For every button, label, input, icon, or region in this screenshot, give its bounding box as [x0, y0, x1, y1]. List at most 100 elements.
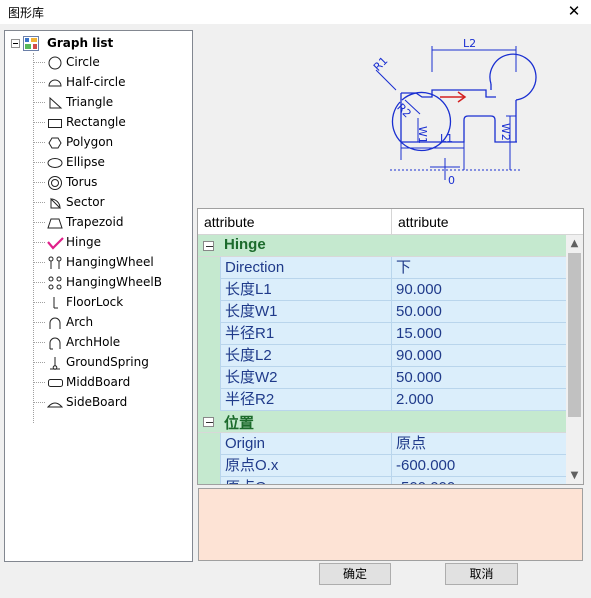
property-value[interactable]: 50.000	[392, 301, 566, 323]
tree-item-arch[interactable]: Arch	[33, 313, 191, 333]
ok-button[interactable]: 确定	[319, 563, 391, 585]
tree-item-label: Triangle	[66, 95, 114, 109]
tree-item-label: ArchHole	[66, 335, 121, 349]
property-name: 长度L1	[220, 279, 392, 301]
property-row[interactable]: 半径R1 15.000	[198, 323, 566, 345]
preview-label-w2: W2	[499, 123, 512, 141]
tree-item-polygon[interactable]: Polygon	[33, 133, 191, 153]
scroll-down-icon[interactable]: ▼	[566, 467, 583, 484]
property-row[interactable]: 原点O.x -600.000	[198, 455, 566, 477]
tree-item-label: MiddBoard	[66, 375, 131, 389]
tree-item-label: Arch	[66, 315, 94, 329]
property-row[interactable]: 半径R2 2.000	[198, 389, 566, 411]
arch-hole-icon	[49, 337, 61, 350]
property-name: 半径R1	[220, 323, 392, 345]
tree-connector	[33, 62, 45, 63]
tree-item-half-circle[interactable]: Half-circle	[33, 73, 191, 93]
scroll-thumb[interactable]	[568, 253, 581, 417]
tree-item-rectangle[interactable]: Rectangle	[33, 113, 191, 133]
tree-item-label: HangingWheel	[66, 255, 154, 269]
tree-connector	[33, 102, 45, 103]
tree-item-circle[interactable]: Circle	[33, 53, 191, 73]
collapse-icon[interactable]	[11, 39, 20, 48]
preview-label-l2: L2	[463, 37, 476, 50]
property-value[interactable]: 2.000	[392, 389, 566, 411]
category-row[interactable]: 位置	[198, 411, 566, 433]
close-icon[interactable]: ✕	[557, 0, 591, 24]
property-name: 原点O.y	[220, 477, 392, 484]
tree-item-triangle[interactable]: Triangle	[33, 93, 191, 113]
category-row[interactable]: Hinge	[198, 235, 566, 257]
grid-header: attribute attribute	[198, 209, 583, 235]
property-value[interactable]: 15.000	[392, 323, 566, 345]
side-board-icon	[46, 402, 64, 408]
property-row[interactable]: 长度W1 50.000	[198, 301, 566, 323]
property-name: 长度W1	[220, 301, 392, 323]
midd-board-icon	[48, 379, 63, 387]
tree-item-label: Ellipse	[66, 155, 105, 169]
preview-label-r1: R1	[371, 54, 391, 74]
tree-connector	[33, 382, 45, 383]
preview-label-w1: W1	[416, 126, 429, 144]
hanging-wheel-icon	[48, 256, 62, 269]
tree-connector	[33, 242, 45, 243]
preview-label-origin: 0	[448, 174, 455, 187]
tree-item-sector[interactable]: Sector	[33, 193, 191, 213]
tree-item-ellipse[interactable]: Ellipse	[33, 153, 191, 173]
tree-item-sideboard[interactable]: SideBoard	[33, 393, 191, 413]
tree-connector	[33, 302, 45, 303]
cancel-button[interactable]: 取消	[445, 563, 518, 585]
property-value[interactable]: 50.000	[392, 367, 566, 389]
collapse-icon[interactable]	[203, 241, 214, 251]
tree-item-label: Trapezoid	[66, 215, 124, 229]
tree-item-groundspring[interactable]: GroundSpring	[33, 353, 191, 373]
tree-item-label: Circle	[66, 55, 100, 69]
property-name: 长度L2	[220, 345, 392, 367]
tree-item-middboard[interactable]: MiddBoard	[33, 373, 191, 393]
tree-item-archhole[interactable]: ArchHole	[33, 333, 191, 353]
triangle-icon	[49, 96, 63, 109]
header-attribute-name: attribute	[198, 209, 392, 235]
tree-connector	[33, 162, 45, 163]
tree-item-hinge[interactable]: Hinge	[33, 233, 191, 253]
property-row[interactable]: 原点O.y-500.000	[198, 477, 566, 484]
tree-connector	[33, 182, 45, 183]
property-grid[interactable]: attribute attribute Hinge Direction 下长度L1 9…	[197, 208, 584, 485]
tree-connector	[33, 142, 45, 143]
tree-item-floorlock[interactable]: FloorLock	[33, 293, 191, 313]
property-row[interactable]: Direction 下	[198, 257, 566, 279]
property-value[interactable]: 90.000	[392, 345, 566, 367]
tree-connector	[33, 362, 45, 363]
tree-item-label: FloorLock	[66, 295, 124, 309]
torus-icon	[48, 176, 62, 190]
tree-connector	[33, 262, 45, 263]
property-value[interactable]: 90.000	[392, 279, 566, 301]
tree-item-label: Hinge	[66, 235, 101, 249]
title-bar: 图形库 ✕	[0, 0, 591, 24]
scroll-up-icon[interactable]: ▲	[566, 235, 583, 252]
property-row[interactable]: 长度W2 50.000	[198, 367, 566, 389]
graph-tree[interactable]: Graph list Circle Half-circle Triangle Rect…	[4, 30, 193, 562]
tree-item-hangingwheel[interactable]: HangingWheel	[33, 253, 191, 273]
property-value[interactable]: 原点	[392, 433, 566, 455]
hinge-checkmark-icon	[47, 237, 64, 250]
property-name: 长度W2	[220, 367, 392, 389]
property-row[interactable]: Origin 原点	[198, 433, 566, 455]
header-attribute-value: attribute	[398, 214, 449, 230]
shape-preview: L2 L1 R1 R2 W1 W2 0	[371, 37, 537, 187]
category-label: Hinge	[224, 236, 266, 253]
tree-item-hangingwheelb[interactable]: HangingWheelB	[33, 273, 191, 293]
ellipse-icon	[47, 158, 63, 168]
property-row[interactable]: 长度L2 90.000	[198, 345, 566, 367]
property-row[interactable]: 长度L1 90.000	[198, 279, 566, 301]
collapse-icon[interactable]	[203, 417, 214, 427]
property-value[interactable]: -500.000	[392, 477, 566, 484]
tree-item-label: HangingWheelB	[66, 275, 162, 289]
tree-connector	[33, 202, 45, 203]
tree-connector	[33, 222, 45, 223]
property-value[interactable]: -600.000	[392, 455, 566, 477]
tree-item-torus[interactable]: Torus	[33, 173, 191, 193]
tree-item-trapezoid[interactable]: Trapezoid	[33, 213, 191, 233]
grid-scrollbar[interactable]: ▲ ▼	[566, 235, 583, 484]
property-value[interactable]: 下	[392, 257, 566, 279]
